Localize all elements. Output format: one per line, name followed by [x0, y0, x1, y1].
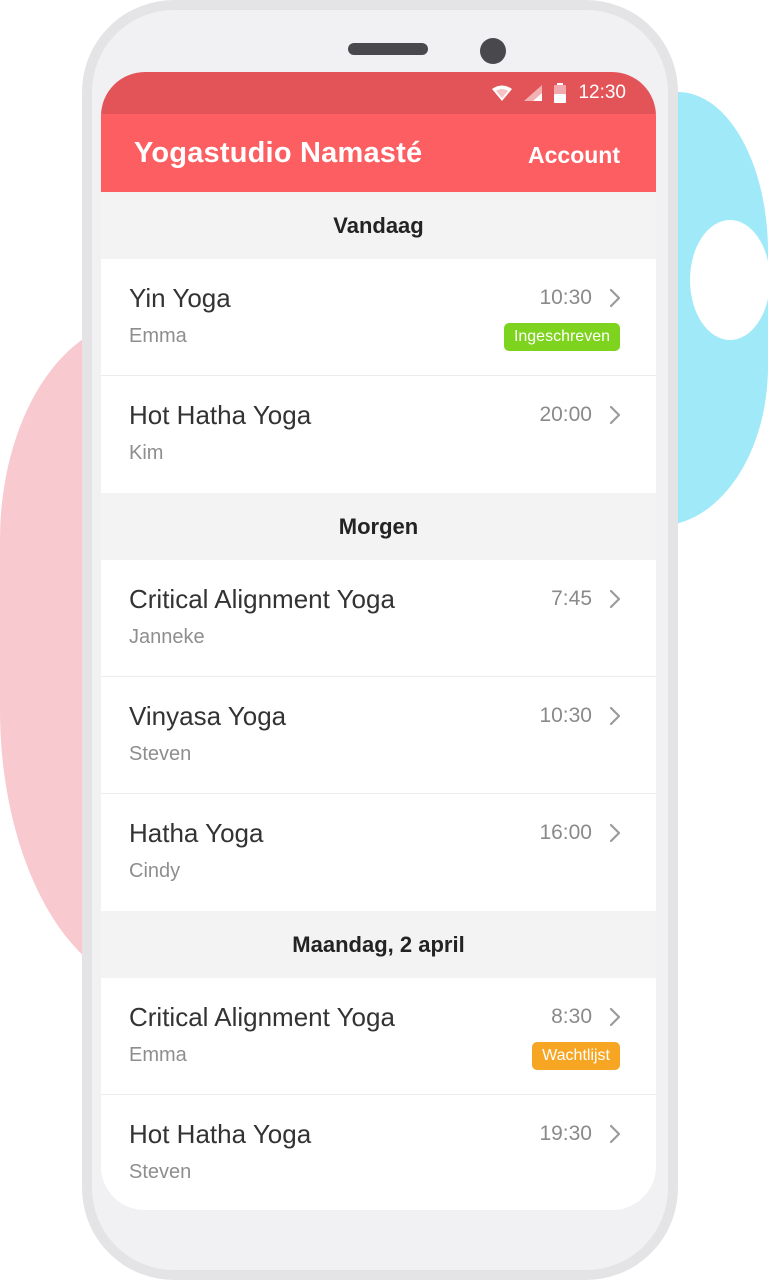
chevron-right-icon	[609, 1007, 621, 1027]
class-time: 16:00	[539, 821, 592, 844]
status-badge-waitlist: Wachtlijst	[532, 1042, 620, 1070]
teacher-name: Janneke	[129, 626, 205, 648]
class-row[interactable]: Critical Alignment Yoga Janneke 7:45	[101, 560, 656, 677]
class-name: Yin Yoga	[129, 283, 231, 313]
class-time: 19:30	[539, 1122, 592, 1145]
background-blob-notch	[690, 220, 768, 340]
status-bar: 12:30	[101, 72, 656, 114]
teacher-name: Steven	[129, 1161, 192, 1183]
chevron-right-icon	[609, 1124, 621, 1144]
class-time: 20:00	[539, 403, 592, 426]
class-time: 10:30	[539, 704, 592, 727]
section-header-tomorrow: Morgen	[101, 493, 656, 560]
app-bar: Yogastudio Namasté Account	[101, 114, 656, 192]
teacher-name: Kim	[129, 442, 164, 464]
chevron-right-icon	[609, 706, 621, 726]
account-button[interactable]: Account	[528, 142, 620, 169]
signal-icon	[524, 85, 543, 101]
chevron-right-icon	[609, 288, 621, 308]
class-name: Vinyasa Yoga	[129, 701, 287, 731]
status-time: 12:30	[578, 82, 626, 103]
phone-camera	[480, 38, 506, 64]
class-name: Critical Alignment Yoga	[129, 1002, 395, 1032]
class-time: 8:30	[551, 1005, 592, 1028]
class-time: 7:45	[551, 587, 592, 610]
status-badge-enrolled: Ingeschreven	[503, 323, 620, 351]
class-row[interactable]: Vinyasa Yoga Steven 10:30	[101, 677, 656, 794]
app-title: Yogastudio Namasté	[134, 136, 423, 169]
chevron-right-icon	[609, 823, 621, 843]
teacher-name: Cindy	[129, 860, 181, 882]
chevron-right-icon	[609, 589, 621, 609]
teacher-name: Emma	[129, 1044, 187, 1066]
class-time: 10:30	[539, 286, 592, 309]
phone-speaker	[348, 43, 428, 55]
battery-icon	[554, 83, 567, 103]
section-header-today: Vandaag	[101, 192, 656, 259]
class-name: Critical Alignment Yoga	[129, 584, 395, 614]
class-name: Hot Hatha Yoga	[129, 1119, 312, 1149]
class-name: Hatha Yoga	[129, 818, 264, 848]
class-row[interactable]: Critical Alignment Yoga Emma 8:30 Wachtl…	[101, 978, 656, 1095]
class-row[interactable]: Hot Hatha Yoga Kim 20:00	[101, 376, 656, 493]
chevron-right-icon	[609, 405, 621, 425]
teacher-name: Emma	[129, 325, 187, 347]
teacher-name: Steven	[129, 743, 192, 765]
section-header-monday: Maandag, 2 april	[101, 911, 656, 978]
class-name: Hot Hatha Yoga	[129, 400, 312, 430]
wifi-icon	[492, 85, 513, 101]
class-row[interactable]: Hatha Yoga Cindy 16:00	[101, 794, 656, 911]
class-row[interactable]: Hot Hatha Yoga Steven 19:30	[101, 1095, 656, 1210]
class-row[interactable]: Yin Yoga Emma 10:30 Ingeschreven	[101, 259, 656, 376]
app-screen: 12:30 Yogastudio Namasté Account Vandaag…	[101, 72, 656, 1210]
